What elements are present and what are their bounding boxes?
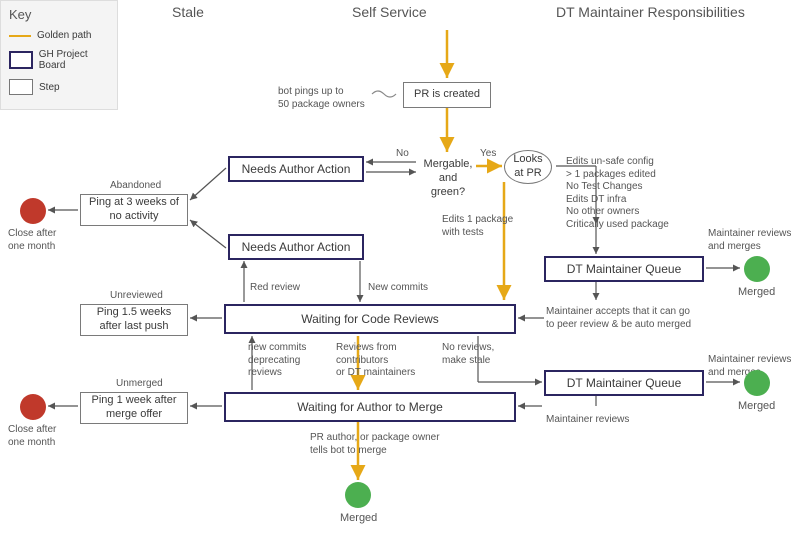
gh-board-swatch: [9, 51, 33, 69]
label-pr-author-tells: PR author, or package owner tells bot to…: [310, 432, 440, 457]
legend-gh-board: GH Project Board: [9, 49, 109, 71]
label-unsafe-list: Edits un-safe config > 1 packages edited…: [566, 156, 669, 231]
legend: Key Golden path GH Project Board Step: [0, 0, 118, 110]
header-self-service: Self Service: [352, 4, 427, 20]
label-new-commits-deprecating: new commits deprecating reviews: [248, 342, 306, 380]
label-abandoned: Abandoned: [110, 180, 161, 193]
label-no: No: [396, 148, 409, 161]
step-ping-unmerged: Ping 1 week after merge offer: [80, 392, 188, 424]
close-dot-abandoned: [20, 198, 46, 224]
header-stale: Stale: [172, 4, 204, 20]
merged-dot-bottom: [345, 482, 371, 508]
header-dt: DT Maintainer Responsibilities: [556, 4, 745, 20]
label-new-commits: New commits: [368, 282, 428, 295]
step-looks-at-pr: Looks at PR: [504, 150, 552, 184]
decision-mergable: Mergable, and green?: [418, 154, 478, 203]
board-needs-author-2: Needs Author Action: [228, 234, 364, 260]
label-merged-right-2: Merged: [738, 400, 775, 414]
legend-golden-path: Golden path: [9, 30, 109, 41]
legend-step: Step: [9, 79, 109, 95]
label-close-after-2: Close after one month: [8, 424, 56, 449]
label-bot-pings: bot pings up to 50 package owners: [278, 86, 365, 111]
board-dt-queue-2: DT Maintainer Queue: [544, 370, 704, 396]
label-maintainer-reviews: Maintainer reviews: [546, 414, 629, 427]
label-merged-bottom: Merged: [340, 512, 377, 526]
legend-title: Key: [9, 7, 109, 22]
label-red-review: Red review: [250, 282, 300, 295]
board-dt-queue-1: DT Maintainer Queue: [544, 256, 704, 282]
label-maintainer-reviews-merges-1: Maintainer reviews and merges: [708, 228, 791, 253]
legend-gh-board-label: GH Project Board: [39, 49, 109, 71]
merged-dot-right-2: [744, 370, 770, 396]
golden-path-swatch: [9, 35, 31, 37]
step-ping-unreviewed: Ping 1.5 weeks after last push: [80, 304, 188, 336]
step-ping-abandoned: Ping at 3 weeks of no activity: [80, 194, 188, 226]
legend-step-label: Step: [39, 82, 60, 93]
label-merged-right-1: Merged: [738, 286, 775, 300]
label-reviews-from: Reviews from contributors or DT maintain…: [336, 342, 415, 380]
board-waiting-reviews: Waiting for Code Reviews: [224, 304, 516, 334]
merged-dot-right-1: [744, 256, 770, 282]
label-unmerged: Unmerged: [116, 378, 163, 391]
label-maintainer-accepts: Maintainer accepts that it can go to pee…: [546, 306, 691, 331]
label-no-reviews-stale: No reviews, make stale: [442, 342, 494, 367]
close-dot-unmerged: [20, 394, 46, 420]
label-yes: Yes: [480, 148, 496, 161]
legend-golden-path-label: Golden path: [37, 30, 92, 41]
label-close-after-1: Close after one month: [8, 228, 56, 253]
label-unreviewed: Unreviewed: [110, 290, 163, 303]
step-swatch: [9, 79, 33, 95]
step-pr-created: PR is created: [403, 82, 491, 108]
board-needs-author-1: Needs Author Action: [228, 156, 364, 182]
label-edits-one-pkg: Edits 1 package with tests: [442, 214, 513, 239]
board-waiting-merge: Waiting for Author to Merge: [224, 392, 516, 422]
